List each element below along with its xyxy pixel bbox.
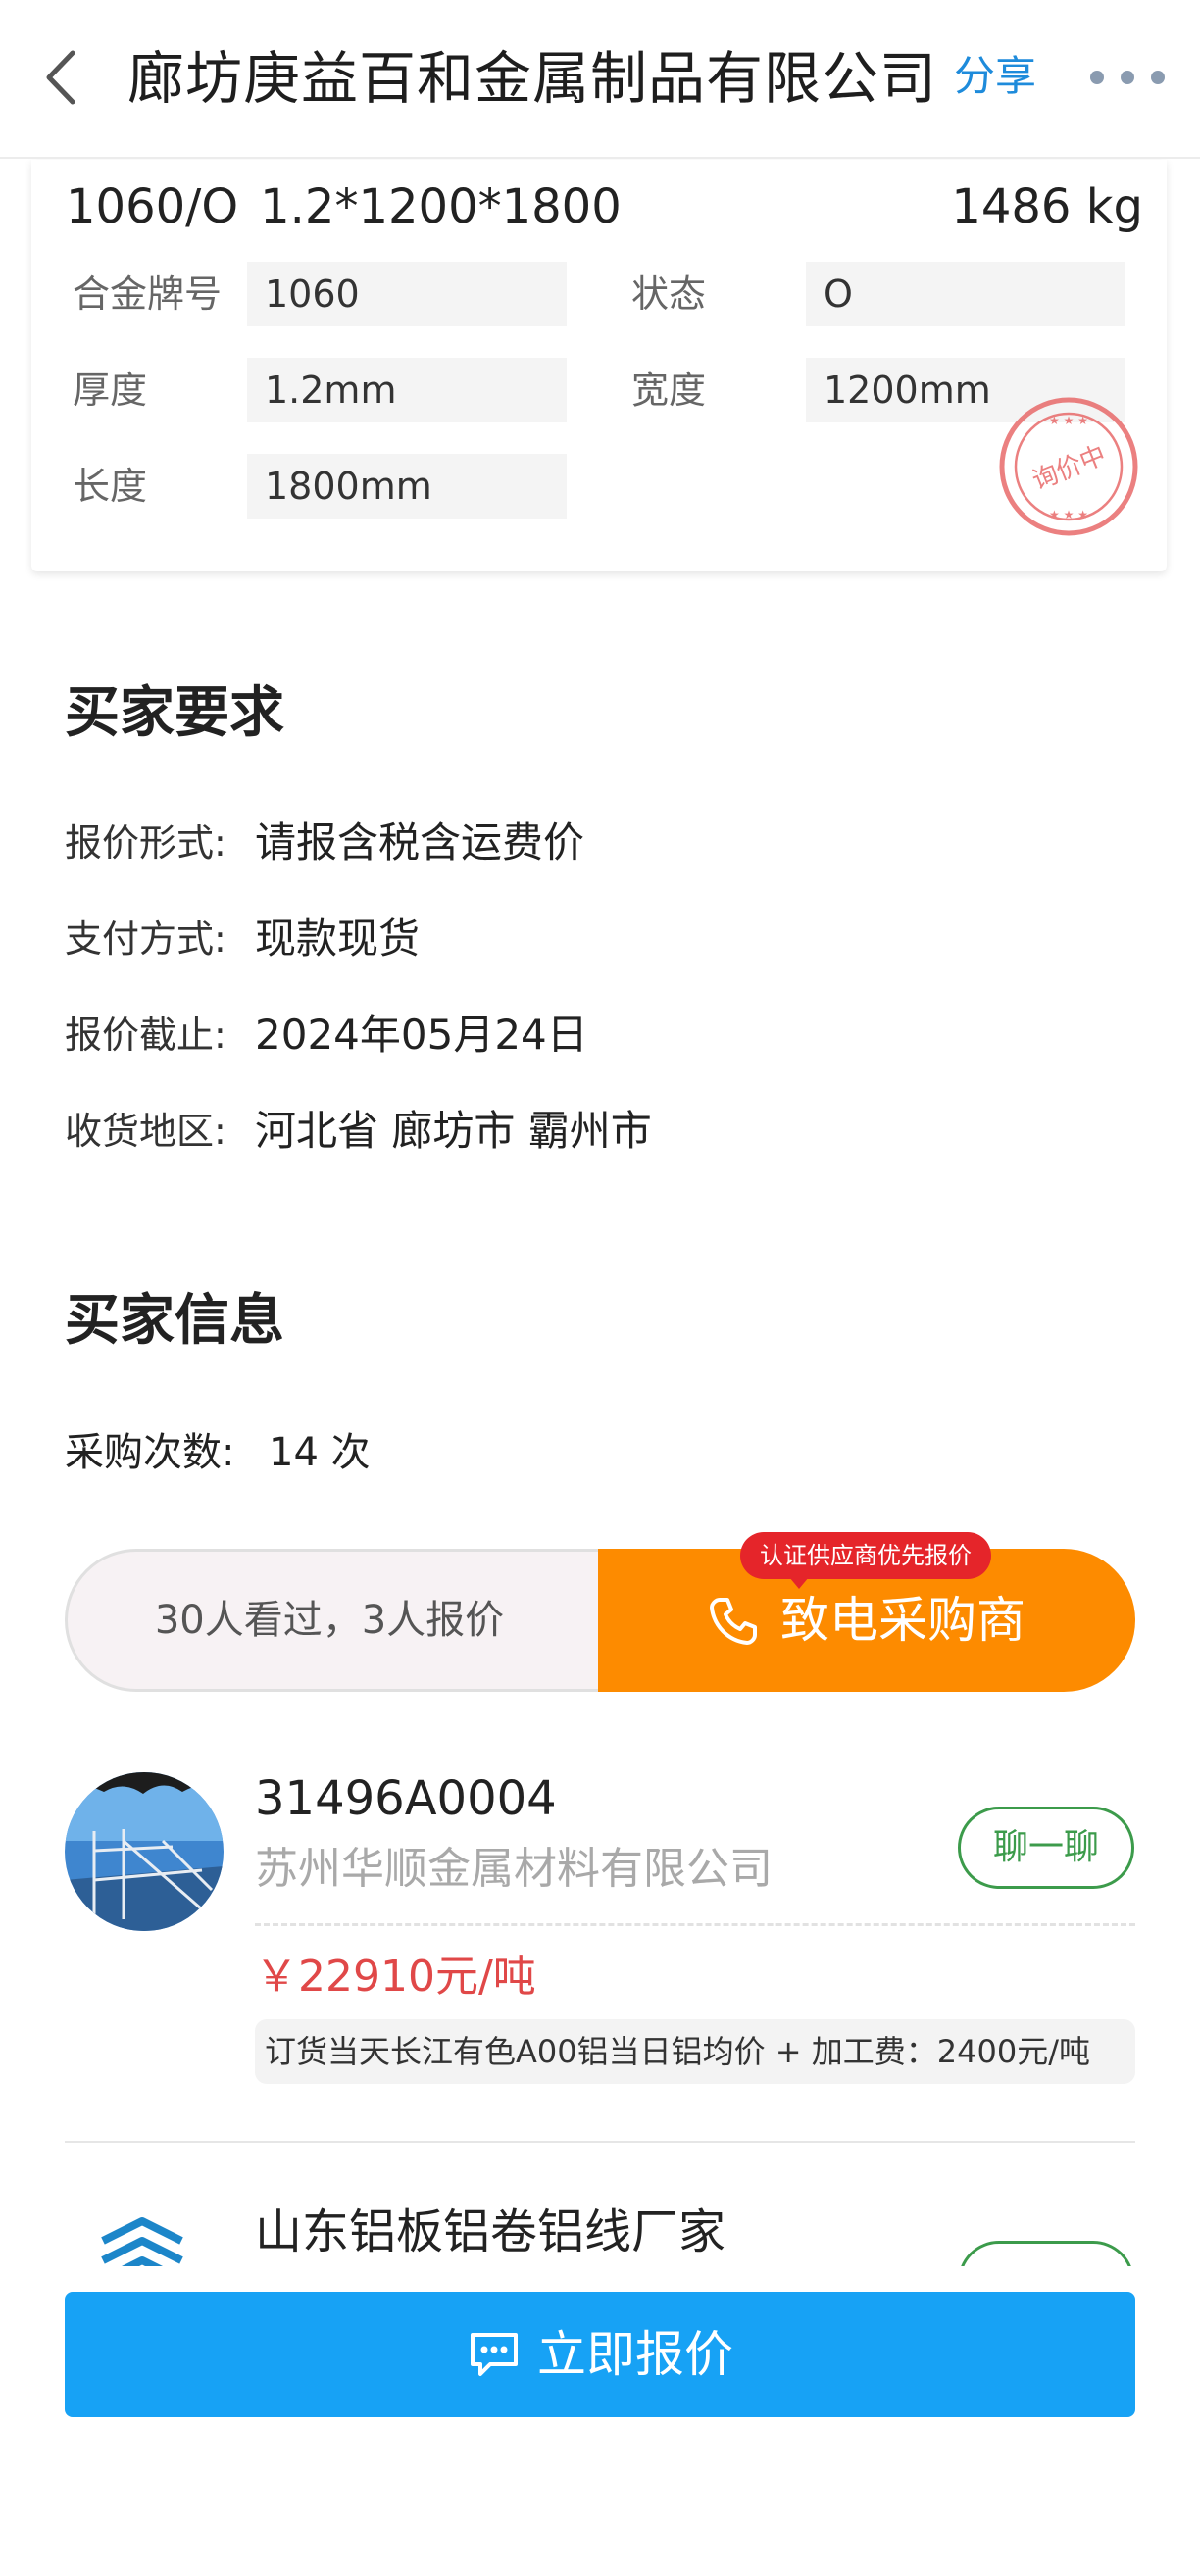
attr-label-width: 宽度	[631, 369, 707, 412]
product-spec: 1.2*1200*1800	[260, 179, 622, 234]
phone-icon	[710, 1598, 757, 1645]
attr-value-thickness: 1.2mm	[247, 358, 567, 422]
svg-text:★ ★ ★: ★ ★ ★	[1049, 414, 1088, 427]
divider	[255, 1923, 1135, 1926]
views-quotes-count: 30人看过，3人报价	[65, 1549, 614, 1692]
attr-value-alloy: 1060	[247, 262, 567, 326]
supplier-avatar-image	[65, 1772, 224, 1931]
attr-label-length: 长度	[73, 465, 148, 508]
attr-value-length: 1800mm	[247, 454, 567, 519]
buyer-info-title: 买家信息	[65, 1289, 284, 1353]
share-button[interactable]: 分享	[954, 45, 1036, 108]
product-weight: 1486 kg	[951, 179, 1143, 234]
inquiry-stamp: 询价中 ★ ★ ★ ★ ★ ★	[999, 397, 1138, 536]
req-value-deadline: 2024年05月24日	[255, 1011, 588, 1059]
req-label-payment: 支付方式:	[65, 917, 226, 961]
product-spec-card: 1060/O 1.2*1200*1800 1486 kg 合金牌号 1060 状态…	[31, 160, 1167, 571]
page-title: 廊坊庚益百和金属制品有限公司	[127, 45, 938, 112]
more-options-icon[interactable]	[1090, 59, 1165, 94]
back-button[interactable]	[39, 43, 86, 112]
svg-text:询价中: 询价中	[1028, 440, 1111, 496]
req-label-delivery-area: 收货地区:	[65, 1110, 226, 1153]
attr-value-state: O	[806, 262, 1125, 326]
supplier-company-2[interactable]: 山东铝板铝卷铝线厂家	[255, 2198, 725, 2266]
quote-now-label: 立即报价	[537, 2326, 733, 2383]
attr-label-state: 状态	[631, 272, 707, 316]
req-label-deadline: 报价截止:	[65, 1014, 226, 1057]
product-summary: 1060/O 1.2*1200*1800	[66, 175, 622, 238]
top-bar: 廊坊庚益百和金属制品有限公司 分享	[0, 0, 1200, 159]
svg-text:★ ★ ★: ★ ★ ★	[1049, 508, 1088, 521]
req-label-quote-form: 报价形式:	[65, 821, 226, 865]
quote-price: ￥22910元/吨	[255, 1952, 536, 2002]
attr-label-thickness: 厚度	[73, 369, 148, 412]
grade-state: 1060/O	[66, 179, 239, 234]
attr-label-alloy: 合金牌号	[73, 272, 223, 316]
requirements-title: 买家要求	[65, 681, 284, 745]
supplier-id: 31496A0004	[255, 1771, 557, 1826]
certified-supplier-badge: 认证供应商优先报价	[740, 1532, 991, 1589]
req-value-payment: 现款现货	[255, 915, 421, 963]
call-buyer-label: 致电采购商	[780, 1592, 1025, 1649]
chevron-left-icon	[46, 50, 75, 105]
avatar	[65, 1772, 224, 1931]
req-value-quote-form: 请报含税含运费价	[255, 818, 585, 867]
list-divider	[65, 2141, 1135, 2143]
chat-button[interactable]: 聊一聊	[958, 1807, 1134, 1889]
supplier-company[interactable]: 苏州华顺金属材料有限公司	[255, 1837, 773, 1902]
chat-bubble-icon	[471, 2333, 518, 2376]
quote-now-button[interactable]: 立即报价	[65, 2292, 1135, 2417]
req-value-delivery-area: 河北省 廊坊市 霸州市	[255, 1107, 652, 1155]
quote-pricing-note: 订货当天长江有色A00铝当日铝均价 + 加工费：2400元/吨	[255, 2019, 1135, 2084]
purchase-count-label: 采购次数:	[65, 1430, 235, 1475]
purchase-count-value: 14 次	[269, 1430, 371, 1475]
